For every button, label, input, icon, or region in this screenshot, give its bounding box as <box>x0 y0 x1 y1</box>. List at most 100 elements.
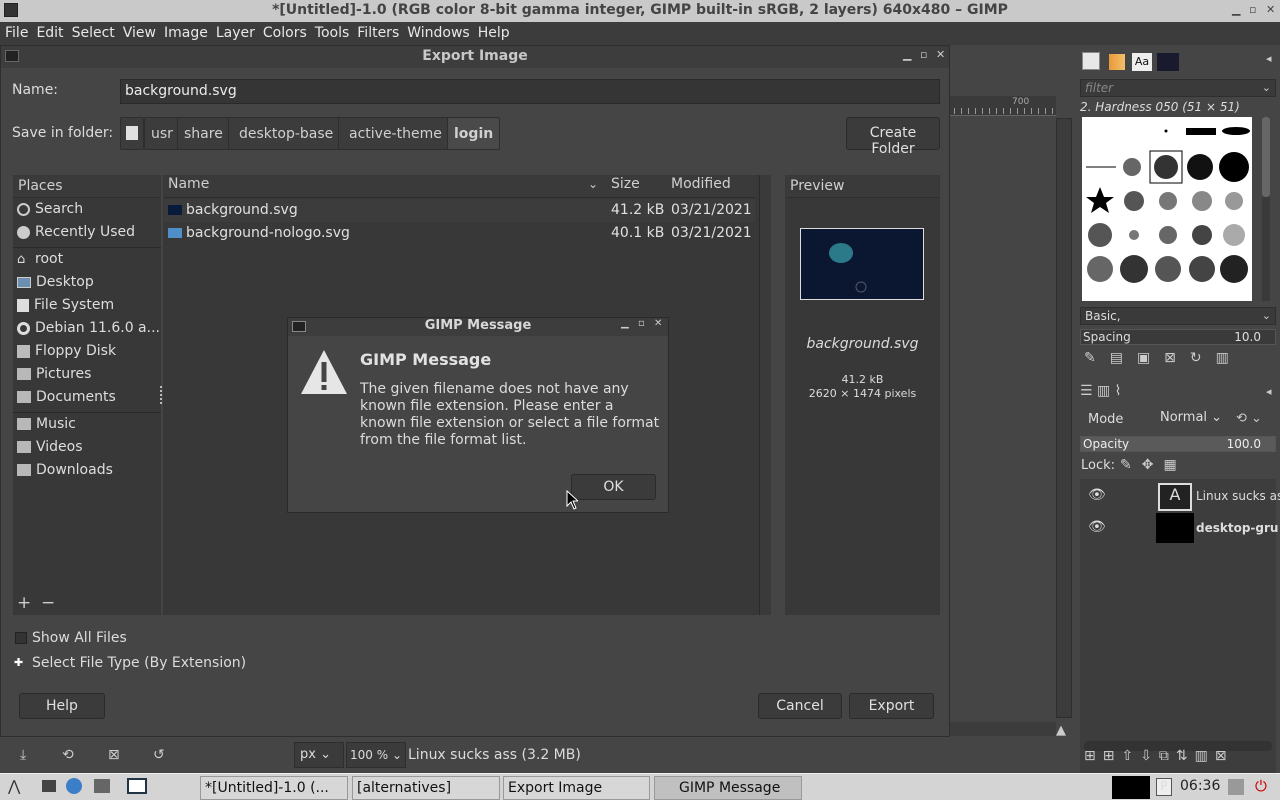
minimize-icon[interactable]: ▁ <box>1232 3 1240 16</box>
minimize-icon[interactable]: ▁ <box>903 48 911 61</box>
clear-icon[interactable]: ⊠ <box>108 747 120 763</box>
maximize-icon[interactable]: ▫ <box>1249 3 1256 16</box>
close-icon[interactable]: ✕ <box>1266 3 1275 16</box>
ok-button[interactable]: OK <box>571 474 656 500</box>
brush-grid[interactable] <box>1082 117 1252 301</box>
column-header-modified[interactable]: Modified <box>671 176 731 192</box>
power-icon[interactable]: ⏻ <box>1255 777 1267 795</box>
fonts-tab-icon[interactable]: Aa <box>1132 53 1152 71</box>
logout-icon[interactable] <box>1228 779 1244 795</box>
menu-colors[interactable]: Colors <box>258 22 310 41</box>
document-history-tab-icon[interactable] <box>1157 53 1179 71</box>
menu-edit[interactable]: Edit <box>31 22 66 41</box>
show-all-files-checkbox[interactable] <box>15 632 27 644</box>
unit-select[interactable]: px ⌄ <box>294 742 344 768</box>
export-button[interactable]: Export <box>849 693 934 719</box>
menu-launcher-icon[interactable]: ⋀ <box>8 777 20 795</box>
vertical-scrollbar[interactable] <box>1056 118 1072 718</box>
export-quick-icon[interactable]: ⤓ <box>20 747 26 763</box>
remove-bookmark-icon[interactable]: − <box>41 593 55 613</box>
menu-view[interactable]: View <box>118 22 159 41</box>
places-item-floppy-disk[interactable]: Floppy Disk <box>17 343 116 363</box>
brush-actions-toolbar[interactable]: ✎▤▣⊠↻▥ <box>1084 350 1274 368</box>
task-gimp-message[interactable]: GIMP Message <box>654 776 802 800</box>
menu-layer[interactable]: Layer <box>211 22 258 41</box>
brushes-tab-icon[interactable] <box>1082 52 1100 70</box>
menu-help[interactable]: Help <box>473 22 513 41</box>
menu-select[interactable]: Select <box>67 22 118 41</box>
task-alternatives[interactable]: [alternatives] <box>352 776 500 800</box>
maximize-icon[interactable]: ▫ <box>920 48 927 61</box>
path-button-usr[interactable]: usr <box>144 117 180 150</box>
eye-icon[interactable]: 👁 <box>1088 487 1106 503</box>
reset-icon[interactable]: ⟲ <box>62 747 74 763</box>
places-item-documents[interactable]: Documents <box>17 389 116 409</box>
menu-file[interactable]: File <box>0 22 31 41</box>
mode-select[interactable]: Normal ⌄ <box>1160 410 1226 430</box>
menu-image[interactable]: Image <box>159 22 211 41</box>
file-manager-launcher-icon[interactable] <box>42 780 56 792</box>
clipboard-icon[interactable]: P <box>1156 778 1172 796</box>
path-root-button[interactable] <box>120 117 144 150</box>
filename-input[interactable]: background.svg <box>120 79 940 104</box>
brush-filter-input[interactable]: filter ⌄ <box>1080 79 1276 97</box>
column-header-name[interactable]: Name <box>168 176 209 192</box>
file-row[interactable]: background.svg 41.2 kB 03/21/2021 <box>164 199 755 222</box>
select-file-type-expander[interactable]: Select File Type (By Extension) <box>32 655 246 671</box>
places-item-file-system[interactable]: File System <box>17 297 114 317</box>
places-item-root[interactable]: ⌂ root <box>17 251 63 271</box>
task-gimp-image[interactable]: *[Untitled]-1.0 (... <box>200 776 348 800</box>
expander-plus-icon[interactable]: ✚ <box>14 656 26 669</box>
path-button-login[interactable]: login <box>447 117 501 150</box>
minimize-icon[interactable]: ▁ <box>621 318 629 329</box>
column-header-size[interactable]: Size <box>611 176 640 192</box>
pane-resize-handle[interactable] <box>160 386 162 404</box>
places-item-downloads[interactable]: Downloads <box>17 462 113 482</box>
file-row[interactable]: background-nologo.svg 40.1 kB 03/21/2021 <box>164 222 755 245</box>
places-item-debian[interactable]: Debian 11.6.0 a... <box>17 320 160 340</box>
brush-scroll-thumb[interactable] <box>1262 117 1270 197</box>
path-button-active-theme[interactable]: active-theme <box>338 117 453 150</box>
help-button[interactable]: Help <box>19 693 105 719</box>
cancel-button[interactable]: Cancel <box>758 693 842 719</box>
path-button-desktop-base[interactable]: desktop-base <box>228 117 345 150</box>
horizontal-scrollbar[interactable] <box>950 722 1056 736</box>
zoom-select[interactable]: 100 % ⌄ <box>346 742 406 768</box>
layer-row[interactable]: 👁 desktop-gru <box>1080 511 1278 545</box>
close-icon[interactable]: ✕ <box>936 48 945 61</box>
brush-tag-input[interactable]: Basic, ⌄ <box>1080 307 1276 325</box>
layers-tabs[interactable]: ☰ ▥ ⌇ <box>1080 383 1160 401</box>
lock-toggles[interactable]: ✎✥▦ <box>1120 457 1187 473</box>
restore-icon[interactable]: ↺ <box>153 747 165 763</box>
menu-filters[interactable]: Filters <box>352 22 402 41</box>
chevron-down-icon[interactable]: ⌄ <box>1262 81 1271 94</box>
menu-windows[interactable]: Windows <box>402 22 473 41</box>
menu-tools[interactable]: Tools <box>310 22 353 41</box>
places-item-recently-used[interactable]: Recently Used <box>17 224 135 244</box>
app-launcher-icon[interactable] <box>94 779 110 793</box>
layers-dock-menu-icon[interactable]: ◂ <box>1266 385 1272 398</box>
desktop-launcher-icon[interactable] <box>127 778 147 794</box>
places-item-videos[interactable]: Videos <box>17 439 83 459</box>
navigate-icon[interactable]: ▲ <box>1056 723 1066 738</box>
maximize-icon[interactable]: ▫ <box>638 318 645 329</box>
patterns-tab-icon[interactable] <box>1109 54 1125 70</box>
mode-reset-icon[interactable]: ⟲ ⌄ <box>1236 411 1262 426</box>
opacity-slider[interactable]: Opacity 100.0 <box>1080 436 1276 452</box>
sort-chevron-down-icon[interactable]: ⌄ <box>588 177 598 191</box>
places-item-pictures[interactable]: Pictures <box>17 366 91 386</box>
places-item-desktop[interactable]: Desktop <box>17 274 94 294</box>
chevron-down-icon[interactable]: ⌄ <box>1262 309 1271 322</box>
task-export-image[interactable]: Export Image <box>503 776 650 800</box>
close-icon[interactable]: ✕ <box>654 318 662 329</box>
places-item-search[interactable]: Search <box>17 201 83 221</box>
create-folder-button[interactable]: Create Folder <box>846 117 940 157</box>
spacing-slider[interactable]: Spacing 10.0 <box>1080 329 1276 345</box>
browser-launcher-icon[interactable] <box>66 778 82 794</box>
add-bookmark-icon[interactable]: + <box>17 593 31 613</box>
brush-scrollbar[interactable] <box>1262 117 1270 301</box>
layers-actions-toolbar[interactable]: ⊞⊞⇧⇩⧉⇅▥⊠ <box>1084 748 1274 766</box>
dock-menu-icon[interactable]: ◂ <box>1266 52 1272 65</box>
path-button-share[interactable]: share <box>177 117 230 150</box>
places-item-music[interactable]: Music <box>17 416 76 436</box>
